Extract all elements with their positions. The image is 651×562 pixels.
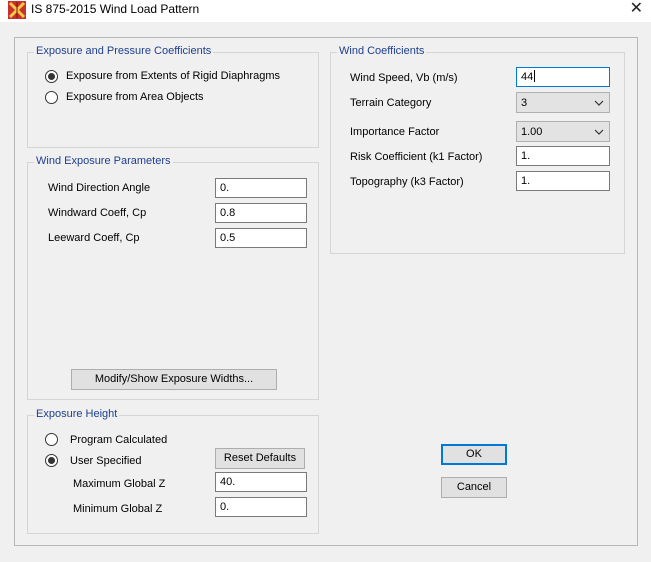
max-z-label: Maximum Global Z — [73, 478, 166, 490]
risk-coefficient-label: Risk Coefficient (k1 Factor) — [350, 151, 483, 163]
wind-speed-label: Wind Speed, Vb (m/s) — [350, 72, 458, 84]
leeward-coeff-input[interactable]: 0.5 — [215, 228, 307, 248]
topography-input[interactable]: 1. — [516, 171, 610, 191]
close-icon[interactable]: ✕ — [630, 0, 643, 18]
min-z-input[interactable]: 0. — [215, 497, 307, 517]
wind-exposure-group: Wind Exposure Parameters Wind Direction … — [27, 155, 319, 400]
group-title: Wind Exposure Parameters — [34, 155, 173, 167]
windward-coeff-input[interactable]: 0.8 — [215, 203, 307, 223]
direction-angle-input[interactable]: 0. — [215, 178, 307, 198]
radio-area-objects[interactable] — [45, 91, 58, 104]
title-bar: IS 875-2015 Wind Load Pattern ✕ — [0, 0, 651, 22]
dialog-body: Exposure and Pressure Coefficients Expos… — [14, 37, 638, 546]
wind-speed-input[interactable]: 44 — [516, 67, 610, 87]
min-z-label: Minimum Global Z — [73, 503, 163, 515]
radio-label: Program Calculated — [70, 434, 168, 446]
radio-program-calculated[interactable] — [45, 433, 58, 446]
leeward-coeff-label: Leeward Coeff, Cp — [48, 232, 140, 244]
modify-exposure-widths-button[interactable]: Modify/Show Exposure Widths... — [71, 369, 277, 390]
importance-factor-value: 1.00 — [521, 126, 543, 138]
risk-coefficient-input[interactable]: 1. — [516, 146, 610, 166]
text-caret — [534, 70, 536, 82]
max-z-input[interactable]: 40. — [215, 472, 307, 492]
chevron-down-icon — [594, 129, 604, 135]
importance-factor-select[interactable]: 1.00 — [516, 121, 610, 142]
group-title: Exposure Height — [34, 408, 120, 420]
window-title: IS 875-2015 Wind Load Pattern — [31, 2, 200, 16]
cancel-button[interactable]: Cancel — [441, 477, 507, 498]
app-icon — [8, 1, 26, 19]
direction-angle-label: Wind Direction Angle — [48, 182, 151, 194]
chevron-down-icon — [594, 100, 604, 106]
reset-defaults-button[interactable]: Reset Defaults — [215, 448, 305, 469]
exposure-height-group: Exposure Height Program Calculated User … — [27, 408, 319, 534]
terrain-category-value: 3 — [521, 97, 528, 109]
windward-coeff-label: Windward Coeff, Cp — [48, 207, 147, 219]
radio-rigid-diaphragms[interactable] — [45, 70, 58, 83]
radio-label: Exposure from Extents of Rigid Diaphragm… — [66, 70, 280, 82]
terrain-category-label: Terrain Category — [350, 97, 432, 109]
radio-label: Exposure from Area Objects — [66, 91, 204, 103]
radio-label: User Specified — [70, 455, 142, 467]
topography-label: Topography (k3 Factor) — [350, 176, 464, 188]
exposure-pressure-group: Exposure and Pressure Coefficients Expos… — [27, 45, 319, 148]
group-title: Exposure and Pressure Coefficients — [34, 45, 214, 57]
importance-factor-label: Importance Factor — [350, 126, 440, 138]
wind-coefficients-group: Wind Coefficients Wind Speed, Vb (m/s) 4… — [330, 45, 625, 254]
terrain-category-select[interactable]: 3 — [516, 92, 610, 113]
ok-button[interactable]: OK — [441, 444, 507, 465]
wind-speed-value: 44 — [521, 71, 534, 83]
group-title: Wind Coefficients — [337, 45, 427, 57]
radio-user-specified[interactable] — [45, 454, 58, 467]
